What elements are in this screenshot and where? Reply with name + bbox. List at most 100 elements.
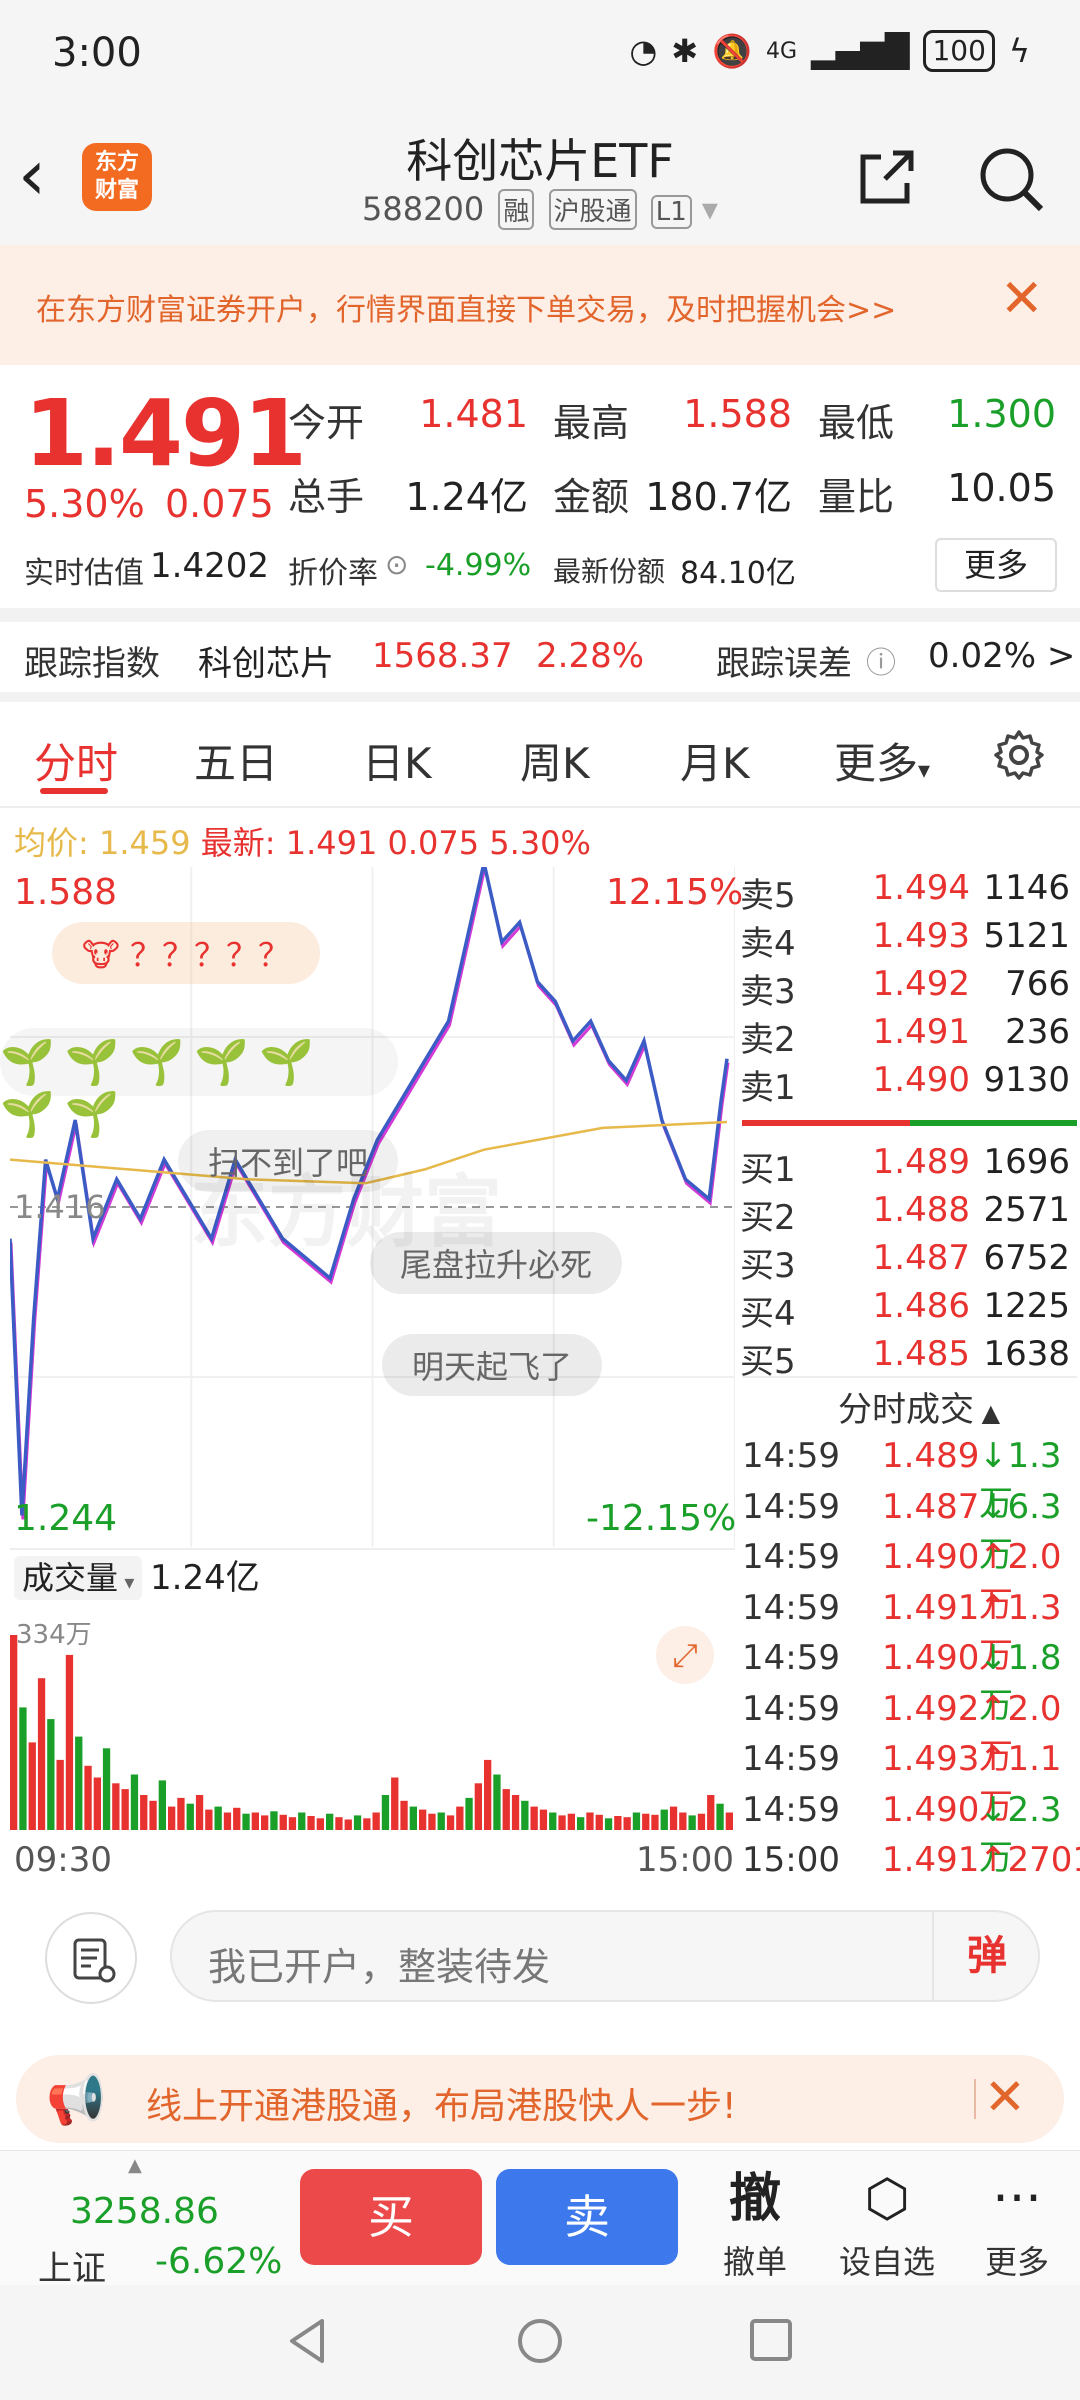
volume-bar (251, 1812, 259, 1830)
notes-icon[interactable] (45, 1912, 137, 2004)
discount-label: 折价率 (288, 556, 378, 591)
volume-bar (121, 1789, 129, 1830)
comment-placeholder: 我已开户，整装待发 (208, 1945, 551, 1989)
close-icon[interactable]: ✕ (1000, 273, 1044, 325)
volume-bar (586, 1812, 594, 1830)
tracking-error-value[interactable]: 0.02% > (928, 636, 1075, 676)
tab-weekly-k[interactable]: 周K (520, 730, 590, 791)
volume-bar (28, 1742, 36, 1830)
dropdown-icon: ▾ (701, 190, 718, 228)
tick-price: 1.490 (882, 1638, 980, 1678)
volume-bar (530, 1806, 538, 1830)
volume-bar (223, 1812, 232, 1830)
home-circle-icon[interactable] (514, 2315, 566, 2367)
danmaku-emoji-row[interactable]: 🌱🌱🌱🌱🌱🌱🌱 (0, 1028, 398, 1140)
ask-row[interactable]: 卖2 1.491 236 (740, 1012, 1075, 1060)
tab-intraday[interactable]: 分时 (34, 730, 118, 791)
hexagon-icon: ⬡ (864, 2169, 910, 2229)
trade-tick-row[interactable]: 14:59 1.492 ↑2.0万 (742, 1688, 1077, 1777)
tab-monthly-k[interactable]: 月K (680, 730, 750, 791)
danmaku-bubble[interactable]: 尾盘拉升必死 (370, 1232, 623, 1294)
sell-button[interactable]: 卖 (496, 2169, 678, 2265)
tracking-index-pct: 2.28% (536, 636, 645, 676)
trade-tick-row[interactable]: 14:59 1.490 ↓1.8万 (742, 1638, 1077, 1726)
expand-icon[interactable]: ⤢ (656, 1626, 714, 1684)
cancel-order-button[interactable]: 撤 撤单 (700, 2169, 810, 2283)
volume-bar (140, 1795, 148, 1830)
volume-bar (19, 1707, 27, 1830)
help-icon[interactable]: ⓘ (866, 638, 896, 682)
account-open-banner[interactable]: 在东方财富证券开户，行情界面直接下单交易，及时把握机会>> ✕ (0, 245, 1080, 365)
bid-row[interactable]: 买5 1.485 1638 (740, 1334, 1075, 1382)
tracking-index-name[interactable]: 科创芯片 (198, 636, 334, 685)
close-icon[interactable]: ✕ (984, 2069, 1026, 2125)
trade-tick-row[interactable]: 14:59 1.493 ↑1.1万 (742, 1739, 1077, 1827)
volume-bar (688, 1815, 696, 1830)
quote-more-button[interactable]: 更多 (935, 538, 1057, 592)
cancel-label: 撤单 (722, 2243, 787, 2281)
avg-label: 均价: (14, 824, 89, 862)
volume-bar (298, 1812, 306, 1830)
tick-volume: ↓1.3万 (979, 1436, 1062, 1524)
tab-daily-k[interactable]: 日K (362, 730, 432, 791)
trade-bar: ▲ 3258.86 上证 -6.62% 买 卖 撤 撤单 ⬡ 设自选 ··· 更… (0, 2150, 1080, 2289)
volume-selector[interactable]: 成交量 ▾ (14, 1556, 143, 1600)
tab-more[interactable]: 更多▾ (834, 730, 930, 791)
volume-bar (93, 1777, 101, 1830)
ask-row[interactable]: 卖5 1.494 1146 (740, 868, 1075, 916)
bid-row[interactable]: 买4 1.486 1225 (740, 1286, 1075, 1334)
volume-bar (344, 1819, 352, 1830)
tick-time: 14:59 (742, 1688, 840, 1729)
trade-tick-row[interactable]: 14:59 1.490 ↑2.0万 (742, 1537, 1077, 1625)
danmaku-bubble[interactable]: 🐮 ？？？？？ (52, 922, 321, 984)
volume-bar (102, 1748, 111, 1830)
trade-tick-row[interactable]: 14:59 1.487 ↓6.3万 (742, 1487, 1077, 1575)
volume-bar (214, 1806, 222, 1830)
volume-bar (484, 1759, 492, 1830)
promo-text: 线上开通港股通，布局港股快人一步! (146, 2086, 737, 2127)
danmaku-bubble[interactable]: 明天起飞了 (382, 1334, 603, 1396)
iopv-label: 实时估值 (24, 556, 144, 591)
recents-square-icon[interactable] (746, 2315, 796, 2365)
volume-bar (474, 1783, 482, 1830)
volume-bar (642, 1813, 650, 1830)
tab-five-day[interactable]: 五日 (194, 730, 278, 791)
trade-tick-row[interactable]: 14:59 1.489 ↓1.3万 (742, 1436, 1077, 1524)
share-icon[interactable] (855, 145, 919, 209)
ticks-title-text: 分时成交 (838, 1390, 974, 1430)
ask-row[interactable]: 卖3 1.492 766 (740, 964, 1075, 1012)
bid-price: 1.489 (872, 1142, 970, 1182)
volume-bar (549, 1812, 557, 1830)
bid-row[interactable]: 买3 1.487 6752 (740, 1238, 1075, 1286)
danmaku-toggle[interactable]: 弹 (932, 1912, 1040, 2000)
volume-bar (372, 1812, 380, 1830)
volume-bar (65, 1654, 74, 1830)
trade-tick-row[interactable]: 14:59 1.491 ↑1.3万 (742, 1588, 1077, 1676)
comment-input[interactable]: 我已开户，整装待发 弹 (170, 1910, 1040, 2002)
volume-bar (112, 1783, 120, 1830)
bid-row[interactable]: 买1 1.489 1696 (740, 1142, 1075, 1190)
danmaku-bubble[interactable]: 扫不到了吧 (178, 1130, 399, 1192)
index-value[interactable]: 3258.86 (70, 2191, 219, 2232)
chart-bottom-pct: -12.15% (586, 1498, 737, 1539)
volume-chart[interactable] (10, 1605, 735, 1830)
bid-row[interactable]: 买2 1.488 2571 (740, 1190, 1075, 1238)
tag-connect: 沪股通 (548, 189, 637, 230)
back-triangle-icon[interactable] (282, 2315, 332, 2367)
status-icons: ◔ ✱ 🔕 4G ▂▄▆█ 100 ϟ (629, 30, 1030, 72)
add-watchlist-button[interactable]: ⬡ 设自选 (832, 2169, 942, 2283)
ticks-title[interactable]: 分时成交 ▲ (838, 1382, 1000, 1431)
trade-tick-row[interactable]: 14:59 1.490 ↓2.3万 (742, 1790, 1077, 1878)
ask-row[interactable]: 卖1 1.490 9130 (740, 1060, 1075, 1108)
amount-value: 180.7亿 (645, 475, 792, 519)
ask-price: 1.494 (872, 868, 970, 908)
caret-up-icon[interactable]: ▲ (128, 2155, 142, 2176)
stock-code: 588200 (362, 190, 485, 228)
more-button[interactable]: ··· 更多 (962, 2169, 1072, 2283)
settings-icon[interactable] (992, 728, 1046, 782)
hk-connect-banner[interactable]: 📢 线上开通港股通，布局港股快人一步! ✕ (16, 2055, 1064, 2143)
buy-button[interactable]: 买 (300, 2169, 482, 2265)
ask-row[interactable]: 卖4 1.493 5121 (740, 916, 1075, 964)
info-icon[interactable]: ⊙ (385, 548, 408, 581)
search-icon[interactable] (975, 143, 1047, 215)
